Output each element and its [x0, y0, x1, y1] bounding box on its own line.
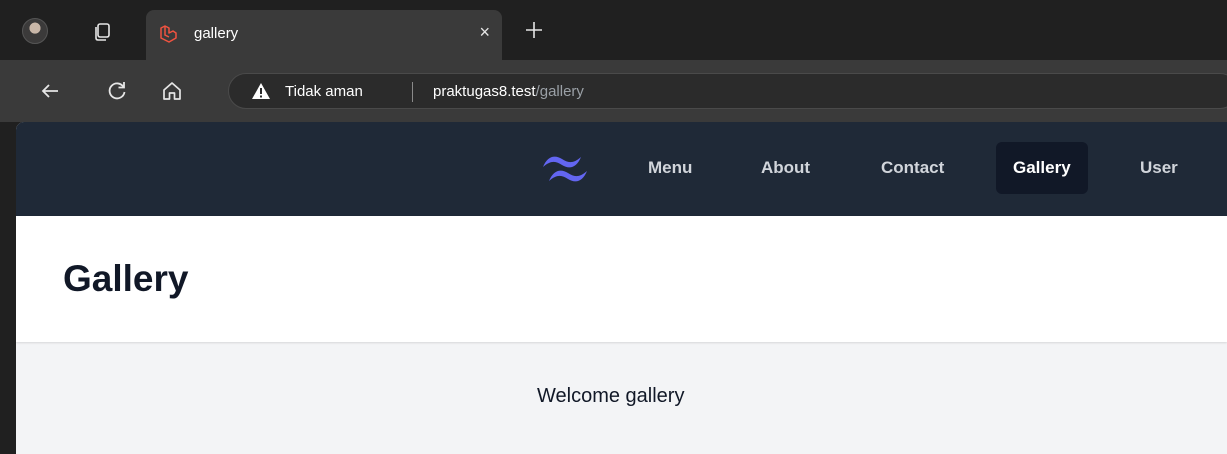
- address-divider: [412, 82, 413, 102]
- page-header: Gallery: [16, 216, 1227, 342]
- tab-actions-icon[interactable]: [92, 22, 112, 42]
- refresh-icon[interactable]: [105, 79, 129, 103]
- url-path: /gallery: [535, 83, 584, 100]
- nav-item-about[interactable]: About: [744, 142, 827, 194]
- close-tab-icon[interactable]: ×: [479, 22, 490, 42]
- nav-item-contact[interactable]: Contact: [864, 142, 961, 194]
- security-status[interactable]: Tidak aman: [285, 83, 363, 100]
- back-arrow-icon[interactable]: [38, 79, 62, 103]
- tab-title: gallery: [194, 25, 239, 42]
- home-icon[interactable]: [160, 79, 184, 103]
- nav-item-gallery[interactable]: Gallery: [996, 142, 1088, 194]
- browser-toolbar: Tidak aman praktugas8.test/gallery: [0, 60, 1227, 122]
- nav-item-user[interactable]: User: [1123, 142, 1195, 194]
- active-tab[interactable]: gallery ×: [146, 10, 502, 60]
- site-navbar: Menu About Contact Gallery User: [16, 122, 1227, 216]
- welcome-message: Welcome gallery: [537, 385, 685, 407]
- new-tab-icon[interactable]: [524, 20, 544, 40]
- warning-icon[interactable]: [251, 82, 271, 100]
- url-text[interactable]: praktugas8.test/gallery: [433, 83, 584, 100]
- profile-avatar[interactable]: [22, 18, 48, 44]
- laravel-logo-icon: [160, 25, 177, 43]
- tailwind-logo-icon[interactable]: [537, 150, 593, 188]
- page-viewport: Menu About Contact Gallery User Gallery …: [16, 122, 1227, 454]
- page-title: Gallery: [63, 258, 189, 299]
- address-bar[interactable]: Tidak aman praktugas8.test/gallery: [228, 73, 1227, 109]
- nav-item-menu[interactable]: Menu: [631, 142, 709, 194]
- url-host: praktugas8.test: [433, 83, 536, 100]
- browser-tab-bar: gallery ×: [0, 0, 1227, 60]
